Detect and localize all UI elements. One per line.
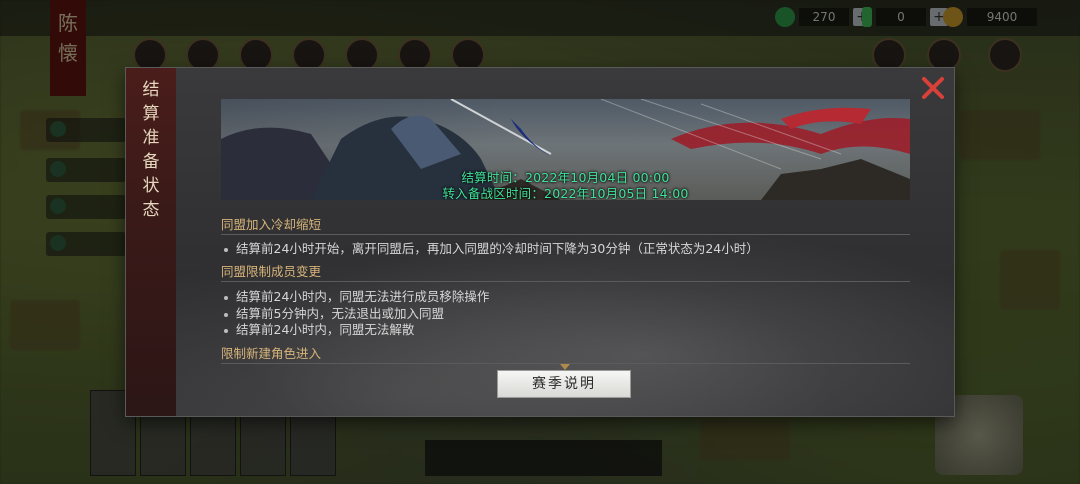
close-icon	[922, 77, 944, 99]
section-title: 同盟限制成员变更	[221, 263, 910, 282]
dialog-title-strip: 结算准备状态	[126, 68, 176, 416]
transfer-time-text: 转入备战区时间：2022年10月05日 14:00	[442, 186, 689, 200]
bullet-dot	[224, 295, 228, 300]
season-banner: 结算时间：2022年10月04日 00:00 转入备战区时间：2022年10月0…	[221, 99, 910, 200]
dialog-title: 结算准备状态	[142, 80, 160, 220]
list-item-text: 结算前5分钟内，无法退出或加入同盟	[236, 306, 444, 321]
bullet-dot	[224, 247, 228, 252]
section-title: 同盟加入冷却缩短	[221, 216, 910, 235]
list-item-text: 结算前24小时内，同盟无法解散	[236, 322, 415, 337]
list-item: 结算前24小时内，同盟无法解散	[224, 322, 414, 338]
close-button[interactable]	[918, 73, 948, 103]
list-item-text: 结算前24小时开始，离开同盟后，再加入同盟的冷却时间下降为30分钟（正常状态为2…	[236, 241, 759, 256]
list-item-text: 结算前24小时内，同盟无法进行成员移除操作	[236, 289, 490, 304]
bullet-dot	[224, 328, 228, 333]
list-item: 结算前24小时内，同盟无法进行成员移除操作	[224, 289, 489, 305]
bullet-dot	[224, 312, 228, 317]
list-item: 结算前24小时开始，离开同盟后，再加入同盟的冷却时间下降为30分钟（正常状态为2…	[224, 241, 759, 257]
list-item: 结算前5分钟内，无法退出或加入同盟	[224, 306, 444, 322]
settlement-dialog: 结算准备状态 结算时间：2022年10月04日 00:00 转入备战区时间：20…	[126, 68, 954, 416]
section-title: 限制新建角色进入	[221, 345, 910, 364]
season-info-button[interactable]: 赛季说明	[497, 370, 631, 398]
